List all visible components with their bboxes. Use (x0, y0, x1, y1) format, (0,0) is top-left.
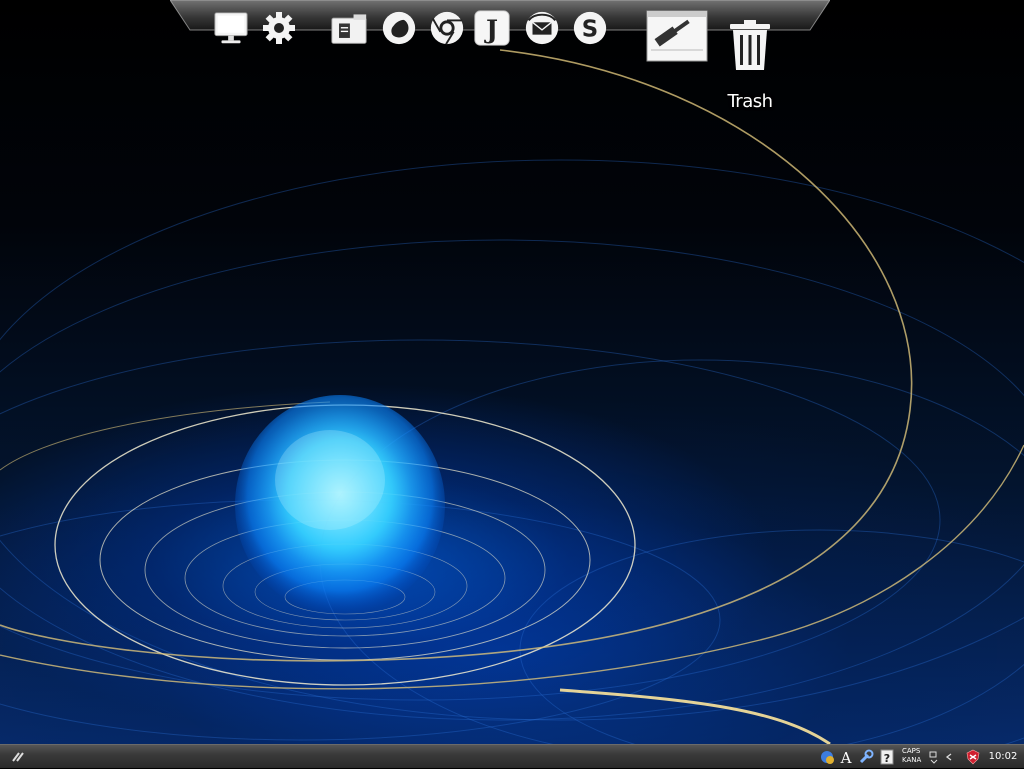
dock-item-computer[interactable] (212, 8, 250, 48)
dock-item-settings[interactable] (260, 8, 298, 48)
chrome-icon (430, 11, 464, 45)
trash-icon (730, 20, 770, 70)
trash-desktop-item[interactable]: Trash (718, 18, 782, 118)
kana-indicator: KANA (902, 756, 922, 764)
dock-item-firefox[interactable] (380, 8, 418, 48)
shield-icon (966, 749, 980, 765)
help-icon: ? (880, 749, 894, 765)
start-button[interactable] (10, 749, 30, 765)
svg-text:J: J (484, 14, 498, 44)
firefox-icon (382, 11, 416, 45)
dock-item-thunderbird[interactable] (523, 8, 561, 48)
folder-icon (331, 14, 367, 44)
caps-indicator: CAPS (902, 747, 921, 755)
svg-text:?: ? (884, 752, 890, 765)
tray-network[interactable] (818, 748, 836, 766)
svg-text:A: A (840, 749, 852, 765)
gear-icon (263, 12, 295, 44)
wrench-icon (859, 749, 874, 764)
wallpaper (0, 49, 1024, 744)
network-icon (821, 751, 834, 764)
dock-item-build-tool[interactable] (646, 10, 708, 62)
desktop: J S Trash (0, 0, 1024, 744)
clock[interactable]: 10:02 (986, 749, 1020, 765)
tray-wrench[interactable] (857, 748, 875, 766)
thunderbird-icon (525, 11, 559, 45)
dock-item-chrome[interactable] (428, 8, 466, 48)
font-icon: A (840, 749, 852, 765)
j-letter-icon: J (474, 10, 510, 46)
tray-collapse[interactable] (944, 748, 954, 766)
hammer-icon (646, 10, 708, 62)
dock-item-j-app[interactable]: J (473, 8, 511, 48)
taskbar: A ? CAPS KANA 10:02 (0, 744, 1024, 768)
trash-label: Trash (727, 91, 773, 112)
svg-text:S: S (582, 17, 598, 43)
dock-item-skype[interactable]: S (571, 8, 609, 48)
start-icon (12, 752, 24, 762)
tray-security[interactable] (964, 748, 982, 766)
collapse-chevron-icon (945, 753, 952, 761)
dock-item-files[interactable] (330, 8, 368, 48)
tray-language-bar[interactable] (928, 748, 940, 766)
language-bar-icon (929, 751, 938, 764)
ime-status[interactable]: CAPS KANA (902, 747, 926, 767)
tray-help[interactable]: ? (879, 748, 895, 766)
tray-font[interactable]: A (838, 748, 854, 766)
monitor-icon (214, 12, 248, 44)
skype-icon: S (573, 11, 607, 45)
